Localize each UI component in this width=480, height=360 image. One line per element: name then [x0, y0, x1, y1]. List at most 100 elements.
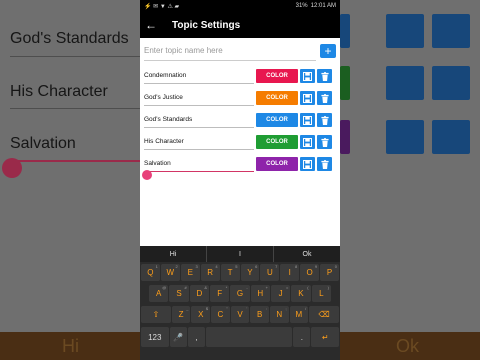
key[interactable]: H + [250, 285, 270, 302]
delete-icon[interactable] [317, 69, 332, 83]
status-bar: ⚡ ✉ ▼ ⚠ ▰ 31% 12:01 AM [140, 0, 340, 12]
key[interactable]: X $ [191, 306, 211, 323]
key[interactable]: I8 [280, 264, 300, 281]
topic-name-input[interactable]: Enter topic name here [144, 41, 316, 61]
topic-name-field[interactable]: Condemnation [144, 68, 254, 84]
key[interactable]: S # [169, 285, 189, 302]
key-alt: & [204, 285, 207, 290]
key-label: Q [147, 268, 154, 277]
topic-name-field[interactable]: His Character [144, 134, 254, 150]
key-label: J [278, 289, 283, 298]
suggestion-bar: Hi I Ok [140, 246, 340, 262]
key[interactable]: E3 [180, 264, 200, 281]
key-label: F [217, 289, 223, 298]
save-icon[interactable] [300, 113, 315, 127]
bg-keyboard-suggestion: Ok [396, 336, 420, 356]
key[interactable]: K( [291, 285, 311, 302]
key[interactable]: G- [230, 285, 250, 302]
back-arrow-icon[interactable]: ← [140, 18, 162, 32]
save-icon[interactable] [300, 157, 315, 171]
key[interactable]: M / [289, 306, 309, 323]
suggestion-item[interactable]: Hi [140, 246, 206, 262]
color-button[interactable]: COLOR [256, 113, 298, 127]
delete-icon[interactable] [317, 91, 332, 105]
key[interactable]: O9 [300, 264, 320, 281]
key[interactable]: R4 [200, 264, 220, 281]
comma-key[interactable]: , [187, 327, 206, 347]
delete-icon[interactable] [317, 113, 332, 127]
key-alt: ; [285, 306, 287, 311]
keyboard-row-1: Q1W2E3R4T5Y6U7I8O9P0 [140, 262, 340, 283]
save-icon[interactable] [300, 91, 315, 105]
key-alt: 0 [334, 264, 338, 269]
color-button[interactable]: COLOR [256, 135, 298, 149]
key[interactable]: V ' [230, 306, 250, 323]
key-alt: = [285, 285, 289, 290]
key-label: X [198, 310, 204, 319]
key-label: S [176, 289, 182, 298]
delete-icon[interactable] [317, 157, 332, 171]
period-key[interactable]: . [293, 327, 311, 347]
suggestion-item[interactable]: I [206, 246, 273, 262]
topic-name-field[interactable]: God's Justice [144, 90, 254, 106]
key-label: N [276, 310, 283, 319]
key[interactable]: F * [210, 285, 230, 302]
key-alt: - [246, 285, 248, 290]
key-alt: 4 [215, 264, 218, 269]
key[interactable]: T5 [220, 264, 240, 281]
add-topic-row: Enter topic name here + [144, 40, 336, 62]
color-button[interactable]: COLOR [256, 91, 298, 105]
bg-save-icon [386, 66, 424, 100]
key[interactable]: L) [311, 285, 331, 302]
numbers-key[interactable]: 123 [141, 327, 169, 347]
color-button[interactable]: COLOR [256, 69, 298, 83]
save-icon[interactable] [300, 69, 315, 83]
keyboard-row-3: ⇧ Z _ X $ C " V ' B: N; M / ⌫ [140, 304, 340, 325]
key[interactable]: Y6 [240, 264, 260, 281]
key[interactable]: C " [211, 306, 230, 323]
background-right: Ok [340, 0, 480, 360]
color-button[interactable]: COLOR [256, 157, 298, 171]
delete-icon[interactable] [317, 135, 332, 149]
add-topic-button[interactable]: + [320, 44, 336, 58]
key-label: L [319, 289, 324, 298]
shift-icon[interactable]: ⇧ [141, 306, 171, 323]
key-alt: : [265, 306, 267, 311]
key[interactable]: D & [189, 285, 209, 302]
key-label: Y [247, 268, 253, 277]
battery-level: 31% [295, 3, 308, 9]
suggestion-item[interactable]: Ok [273, 246, 340, 262]
key[interactable]: P0 [320, 264, 340, 281]
key[interactable]: U7 [260, 264, 280, 281]
key[interactable]: N; [269, 306, 289, 323]
text-cursor-handle[interactable] [142, 170, 152, 180]
key[interactable]: J = [270, 285, 291, 302]
key-label: K [298, 289, 304, 298]
key[interactable]: A @ [149, 285, 169, 302]
save-icon[interactable] [300, 135, 315, 149]
bg-topic-label: Salvation [10, 135, 76, 152]
key-label: V [237, 310, 243, 319]
status-icons: ⚡ ✉ ▼ ⚠ ▰ [144, 3, 180, 10]
key-alt: / [305, 306, 307, 311]
key[interactable]: Z _ [171, 306, 191, 323]
key-alt: # [184, 285, 187, 290]
enter-icon[interactable]: ↵ [311, 327, 340, 347]
backspace-icon[interactable]: ⌫ [309, 306, 339, 323]
key-alt: 6 [255, 264, 258, 269]
mic-icon[interactable]: 🎤 [169, 327, 187, 347]
key[interactable]: B: [250, 306, 269, 323]
topic-name-field[interactable]: Salvation [144, 156, 254, 172]
space-key[interactable] [206, 327, 293, 347]
key-alt: + [265, 285, 268, 290]
key-alt: * [225, 285, 228, 290]
key-label: R [207, 268, 214, 277]
key[interactable]: W2 [160, 264, 180, 281]
topic-list: Enter topic name here + Condemnation COLO… [140, 40, 340, 172]
key-label: O [306, 268, 313, 277]
key-label: D [196, 289, 203, 298]
page-title: Topic Settings [172, 19, 241, 31]
key[interactable]: Q1 [140, 264, 160, 281]
topic-name-field[interactable]: God's Standards [144, 112, 254, 128]
key-alt: _ [186, 306, 189, 311]
